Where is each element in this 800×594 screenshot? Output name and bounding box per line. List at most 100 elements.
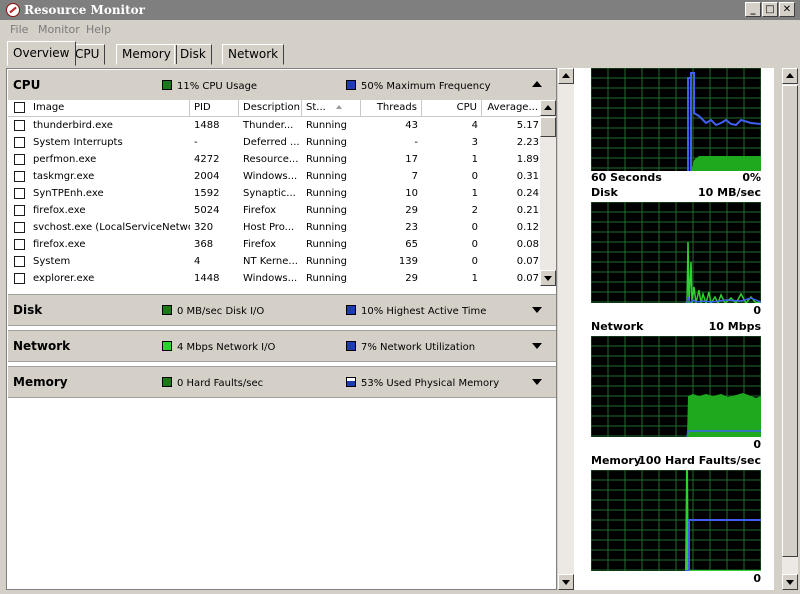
tab-disk[interactable]: Disk (174, 44, 212, 65)
table-row[interactable]: System 4 NT Kerne... Running 139 0 0.07 (8, 253, 544, 270)
row-checkbox[interactable] (14, 273, 25, 284)
tab-overview[interactable]: Overview (7, 41, 76, 66)
tab-network[interactable]: Network (222, 44, 285, 65)
graph-scroll-thumb[interactable] (782, 85, 798, 557)
row-checkbox[interactable] (14, 205, 25, 216)
row-checkbox[interactable] (14, 188, 25, 199)
row-checkbox[interactable] (14, 239, 25, 250)
row-checkbox[interactable] (14, 171, 25, 182)
table-row[interactable]: firefox.exe 368 Firefox Running 65 0 0.08 (8, 236, 544, 253)
scroll-down-arrow-icon[interactable] (558, 574, 574, 590)
table-row[interactable]: SynTPEnh.exe 1592 Synaptic... Running 10 1 0.2… (8, 185, 544, 202)
network-graph (591, 336, 761, 437)
cell-cpu: 0 (471, 222, 478, 233)
cell-description: Firefox (243, 205, 277, 216)
disk-io-legend: 0 MB/sec Disk I/O (162, 305, 264, 317)
table-row[interactable]: explorer.exe 1448 Windows... Running 29 1 0.07 (8, 270, 544, 287)
title-bar: Resource Monitor _ □ ✕ (0, 0, 800, 20)
cell-image: firefox.exe (33, 205, 86, 216)
network-util-legend: 7% Network Utilization (346, 341, 475, 353)
cell-cpu: 0 (471, 256, 478, 267)
cell-cpu: 4 (471, 120, 478, 131)
disk-active-legend: 10% Highest Active Time (346, 305, 486, 317)
blue-swatch-icon (346, 305, 356, 315)
memory-graph-title: Memory (591, 454, 642, 467)
close-button[interactable]: ✕ (779, 2, 795, 17)
table-row[interactable]: taskmgr.exe 2004 Windows... Running 7 0 0.31 (8, 168, 544, 185)
minimize-button[interactable]: _ (745, 2, 761, 17)
cell-image: taskmgr.exe (33, 171, 95, 182)
blue-swatch-icon (346, 341, 356, 351)
scroll-down-arrow-icon[interactable] (782, 574, 798, 590)
cell-average: 5.17 (516, 120, 539, 131)
select-all-checkbox[interactable] (14, 102, 25, 113)
light-green-swatch-icon (162, 341, 172, 351)
disk-section-header[interactable]: Disk 0 MB/sec Disk I/O 10% Highest Activ… (8, 294, 556, 326)
col-description[interactable]: Description (239, 100, 302, 116)
disk-graph-max: 10 MB/sec (697, 186, 761, 199)
green-swatch-icon (162, 80, 172, 90)
tab-memory[interactable]: Memory (116, 44, 177, 65)
expand-arrow-icon[interactable] (532, 307, 542, 313)
cell-cpu: 2 (471, 205, 478, 216)
cell-status: Running (306, 120, 347, 131)
menu-monitor[interactable]: Monitor (38, 23, 80, 36)
table-row[interactable]: perfmon.exe 4272 Resource... Running 17 1 1.89 (8, 151, 544, 168)
collapse-arrow-icon[interactable] (532, 81, 542, 87)
cell-average: 2.23 (516, 137, 539, 148)
expand-arrow-icon[interactable] (532, 343, 542, 349)
cell-description: Firefox (243, 239, 277, 250)
cell-status: Running (306, 171, 347, 182)
col-pid[interactable]: PID (190, 100, 239, 116)
memory-section-header[interactable]: Memory 0 Hard Faults/sec 53% Used Physic… (8, 366, 556, 398)
col-threads[interactable]: Threads (361, 100, 422, 116)
network-io-legend: 4 Mbps Network I/O (162, 341, 275, 353)
col-cpu[interactable]: CPU (422, 100, 482, 116)
menu-help[interactable]: Help (86, 23, 111, 36)
row-checkbox[interactable] (14, 137, 25, 148)
scroll-up-arrow-icon[interactable] (540, 100, 556, 116)
cell-average: 0.24 (516, 188, 539, 199)
memory-used-line (685, 519, 761, 571)
col-status[interactable]: St... (302, 100, 361, 116)
menu-bar: File Monitor Help (0, 20, 800, 38)
main-scrollbar[interactable] (558, 68, 574, 590)
cell-image: svchost.exe (LocalServiceNetwo... (33, 222, 190, 233)
col-image[interactable]: Image (28, 100, 190, 116)
cell-pid: 368 (194, 239, 214, 250)
row-checkbox[interactable] (14, 222, 25, 233)
cpu-table-scrollbar[interactable] (540, 100, 556, 286)
cell-pid: 320 (194, 222, 214, 233)
table-row[interactable]: svchost.exe (LocalServiceNetwo... 320 Host… (8, 219, 544, 236)
cell-threads: 17 (405, 154, 418, 165)
green-swatch-icon (162, 377, 172, 387)
scroll-down-arrow-icon[interactable] (540, 270, 556, 286)
network-graph-zero: 0 (753, 438, 761, 451)
row-checkbox[interactable] (14, 154, 25, 165)
memory-faults-legend: 0 Hard Faults/sec (162, 377, 263, 389)
cell-description: NT Kerne... (243, 256, 298, 267)
cell-image: explorer.exe (33, 273, 95, 284)
row-checkbox[interactable] (14, 120, 25, 131)
table-row[interactable]: System Interrupts - Deferred ... Running - 3 2… (8, 134, 544, 151)
table-row[interactable]: firefox.exe 5024 Firefox Running 29 2 0.21 (8, 202, 544, 219)
scroll-thumb[interactable] (540, 117, 556, 137)
row-checkbox[interactable] (14, 256, 25, 267)
network-graph-label: Network 10 Mbps (591, 320, 761, 334)
menu-file[interactable]: File (10, 23, 28, 36)
overview-panel: CPU 11% CPU Usage 50% Maximum Frequency … (6, 68, 557, 590)
cpu-graph-canvas (591, 68, 761, 171)
graph-panel-scrollbar[interactable] (782, 68, 798, 590)
cpu-section-header[interactable]: CPU 11% CPU Usage 50% Maximum Frequency (8, 70, 556, 101)
expand-arrow-icon[interactable] (532, 379, 542, 385)
cell-average: 0.07 (516, 273, 539, 284)
scroll-up-arrow-icon[interactable] (558, 68, 574, 84)
cell-status: Running (306, 154, 347, 165)
col-average[interactable]: Average... (482, 100, 543, 116)
table-row[interactable]: thunderbird.exe 1488 Thunder... Running 43 4 5… (8, 117, 544, 134)
disk-section-title: Disk (13, 303, 43, 317)
scroll-up-arrow-icon[interactable] (782, 68, 798, 84)
memory-graph-zero: 0 (753, 572, 761, 585)
maximize-button[interactable]: □ (762, 2, 778, 17)
network-section-header[interactable]: Network 4 Mbps Network I/O 7% Network Ut… (8, 330, 556, 362)
